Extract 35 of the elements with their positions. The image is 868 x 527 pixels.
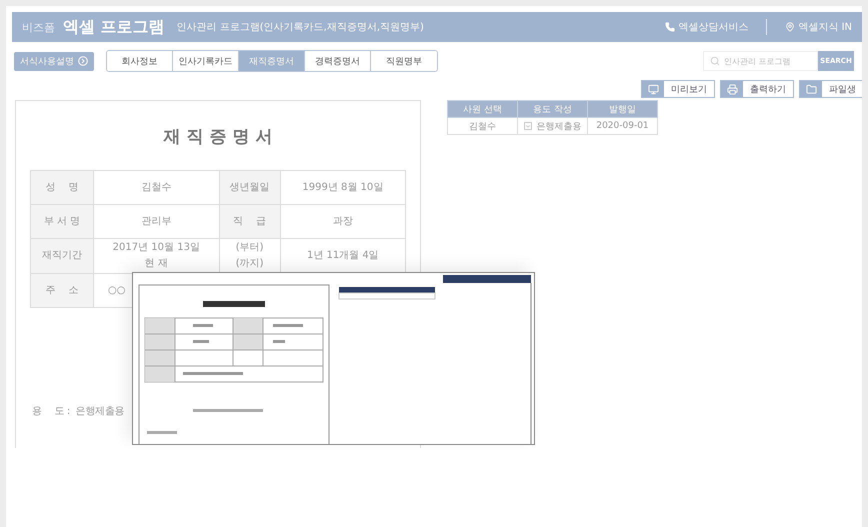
table-cell: 관리부	[94, 204, 220, 238]
printer-icon	[726, 84, 738, 94]
column-header: 발행일	[588, 100, 658, 118]
brand-title: 엑셀 프로그램	[63, 16, 165, 38]
purpose-text: 용 도 : 은행제출용	[32, 405, 126, 418]
action-button[interactable]: 미리보기	[641, 80, 715, 98]
table-cell: 2017년 10월 13일 현 재	[94, 238, 220, 274]
label-cell: 주 소	[30, 274, 94, 308]
program-subtitle: 인사관리 프로그램(인사기록카드,재직증명서,직원명부)	[176, 21, 425, 34]
search-icon	[710, 56, 720, 66]
folder-icon	[806, 84, 816, 94]
phone-icon	[665, 22, 676, 32]
arrow-circle-icon	[78, 56, 88, 66]
label-cell: 생년월일	[219, 170, 280, 204]
label-cell: 성 명	[30, 170, 94, 204]
table-cell: 김철수	[94, 170, 220, 204]
tab[interactable]: 회사정보	[107, 51, 173, 71]
label-cell: 직 급	[219, 204, 280, 238]
table-cell: 1999년 8월 10일	[280, 170, 406, 204]
caret-icon	[524, 122, 530, 130]
action-button[interactable]: 파일생	[799, 80, 862, 98]
label-cell: 재직기간	[30, 238, 94, 274]
brand-small-text: 비즈폼	[22, 20, 55, 34]
table-cell: 김철수	[448, 118, 518, 134]
table-cell: 과장	[280, 204, 406, 238]
table-cell: 2020-09-01	[588, 118, 658, 134]
label-cell: 부 서 명	[30, 204, 94, 238]
action-button[interactable]: 출력하기	[720, 80, 794, 98]
pin-icon	[785, 22, 796, 32]
certificate-title: 재 직 증 명 서	[162, 126, 274, 148]
table-cell: 1년 11개월 4일	[280, 238, 406, 274]
monitor-icon	[648, 84, 658, 94]
column-header: 사원 선택	[448, 100, 518, 118]
column-header: 용도 작성	[518, 100, 588, 118]
table-cell: (부터) (까지)	[219, 238, 280, 274]
